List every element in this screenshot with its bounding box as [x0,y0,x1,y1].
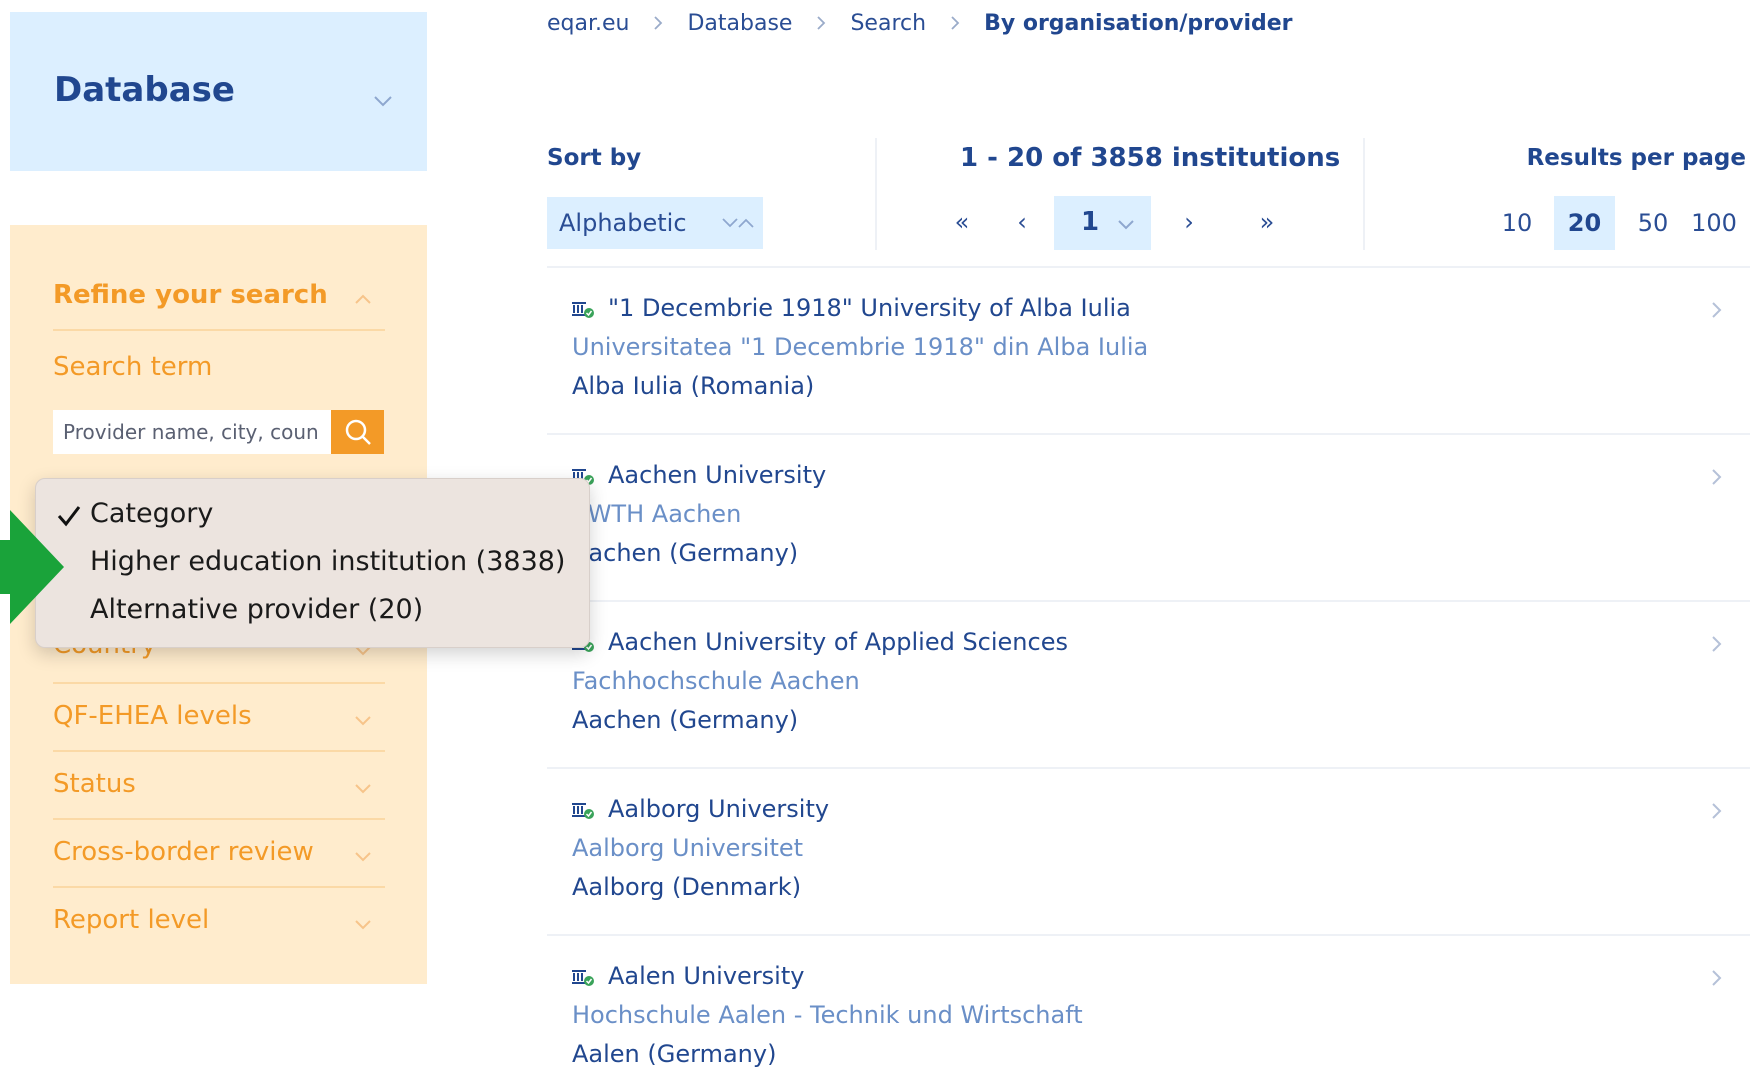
chevron-right-icon [1712,636,1722,652]
breadcrumb-link-database[interactable]: Database [687,11,792,36]
chevron-right-icon [951,16,960,30]
search-button[interactable] [331,410,384,454]
result-item[interactable]: Aachen University of Applied Sciences Fa… [547,602,1750,769]
divider [875,138,877,250]
institution-icon [572,803,594,819]
result-location: Aalen (Germany) [572,1040,777,1067]
database-menu[interactable]: Database [10,12,427,171]
annotation-arrow-icon [0,510,64,624]
search-input[interactable] [53,410,331,454]
result-local-name: Fachhochschule Aachen [572,667,860,695]
result-local-name: RWTH Aachen [572,500,742,528]
chevron-right-icon [1712,302,1722,318]
rpp-option-20[interactable]: 20 [1554,196,1615,250]
rpp-option-100[interactable]: 100 [1686,196,1742,250]
result-name: Aachen University [608,461,827,489]
filter-label: Report level [53,905,210,935]
chevron-right-icon [1712,469,1722,485]
breadcrumb-link-home[interactable]: eqar.eu [547,11,629,36]
result-location: Aalborg (Denmark) [572,873,802,901]
result-item[interactable]: Aachen University RWTH Aachen Aachen (Ge… [547,435,1750,602]
search-icon [345,419,371,445]
breadcrumb-current: By organisation/provider [984,10,1293,36]
database-title: Database [54,70,235,110]
institution-icon [572,302,594,318]
last-page-button[interactable]: » [1245,196,1289,248]
category-option[interactable]: Alternative provider (20) [90,594,423,625]
result-local-name: Universitatea "1 Decembrie 1918" din Alb… [572,333,1149,361]
category-option[interactable]: Category [90,498,213,529]
chevron-up-icon [355,294,371,304]
results-count: 1 - 20 of 3858 institutions [960,143,1341,173]
chevron-right-icon [1712,970,1722,986]
sort-chevrons-icon [722,218,754,228]
filter-cross-border-review[interactable]: Cross-border review [53,820,385,888]
result-item[interactable]: Aalborg University Aalborg Universitet A… [547,769,1750,936]
filter-qf-ehea-levels[interactable]: QF-EHEA levels [53,684,385,752]
institution-icon [572,970,594,986]
result-local-name: Hochschule Aalen - Technik und Wirtschaf… [572,1001,1083,1029]
result-name: Aalen University [608,962,805,990]
first-page-button[interactable]: « [940,196,984,248]
chevron-down-icon [355,920,371,930]
results-per-page-label: Results per page [1526,145,1746,171]
result-local-name: Aalborg Universitet [572,834,804,862]
filter-label: QF-EHEA levels [53,701,252,731]
prev-page-button[interactable]: ‹ [1000,196,1044,248]
result-name: "1 Decembrie 1918" University of Alba Iu… [608,294,1131,322]
refine-your-search-toggle[interactable]: Refine your search [53,263,385,331]
refine-title: Refine your search [53,280,328,310]
divider [1363,138,1365,250]
chevron-down-icon [355,716,371,726]
filter-status[interactable]: Status [53,752,385,820]
result-location: Aachen (Germany) [572,539,799,567]
chevron-down-icon [355,852,371,862]
sort-label: Sort by [547,145,642,171]
chevron-right-icon [1712,803,1722,819]
category-option[interactable]: Higher education institution (3838) [90,546,565,577]
page-select[interactable]: 1 [1054,196,1151,250]
next-page-button[interactable]: › [1167,196,1211,248]
result-location: Aachen (Germany) [572,706,799,734]
category-dropdown-menu: Category Higher education institution (3… [35,478,590,648]
result-name: Aalborg University [608,795,830,823]
breadcrumb-link-search[interactable]: Search [850,11,926,36]
current-page-number: 1 [1081,207,1100,237]
filter-label: Cross-border review [53,837,314,867]
rpp-option-50[interactable]: 50 [1631,196,1675,250]
search-term-label: Search term [53,352,213,382]
chevron-down-icon [355,784,371,794]
result-item[interactable]: Aalen University Hochschule Aalen - Tech… [547,936,1750,1067]
rpp-option-10[interactable]: 10 [1496,196,1538,250]
chevron-right-icon [817,16,826,30]
filter-report-level[interactable]: Report level [53,888,385,956]
sort-value: Alphabetic [559,209,687,237]
chevron-down-icon[interactable] [372,90,394,112]
breadcrumb: eqar.eu Database Search By organisation/… [547,8,1293,38]
result-item[interactable]: "1 Decembrie 1918" University of Alba Iu… [547,268,1750,435]
chevron-down-icon [1118,220,1134,230]
filter-label: Status [53,769,136,799]
sort-select[interactable]: Alphabetic [547,197,763,249]
result-location: Alba Iulia (Romania) [572,372,815,400]
chevron-right-icon [654,16,663,30]
result-name: Aachen University of Applied Sciences [608,628,1068,656]
